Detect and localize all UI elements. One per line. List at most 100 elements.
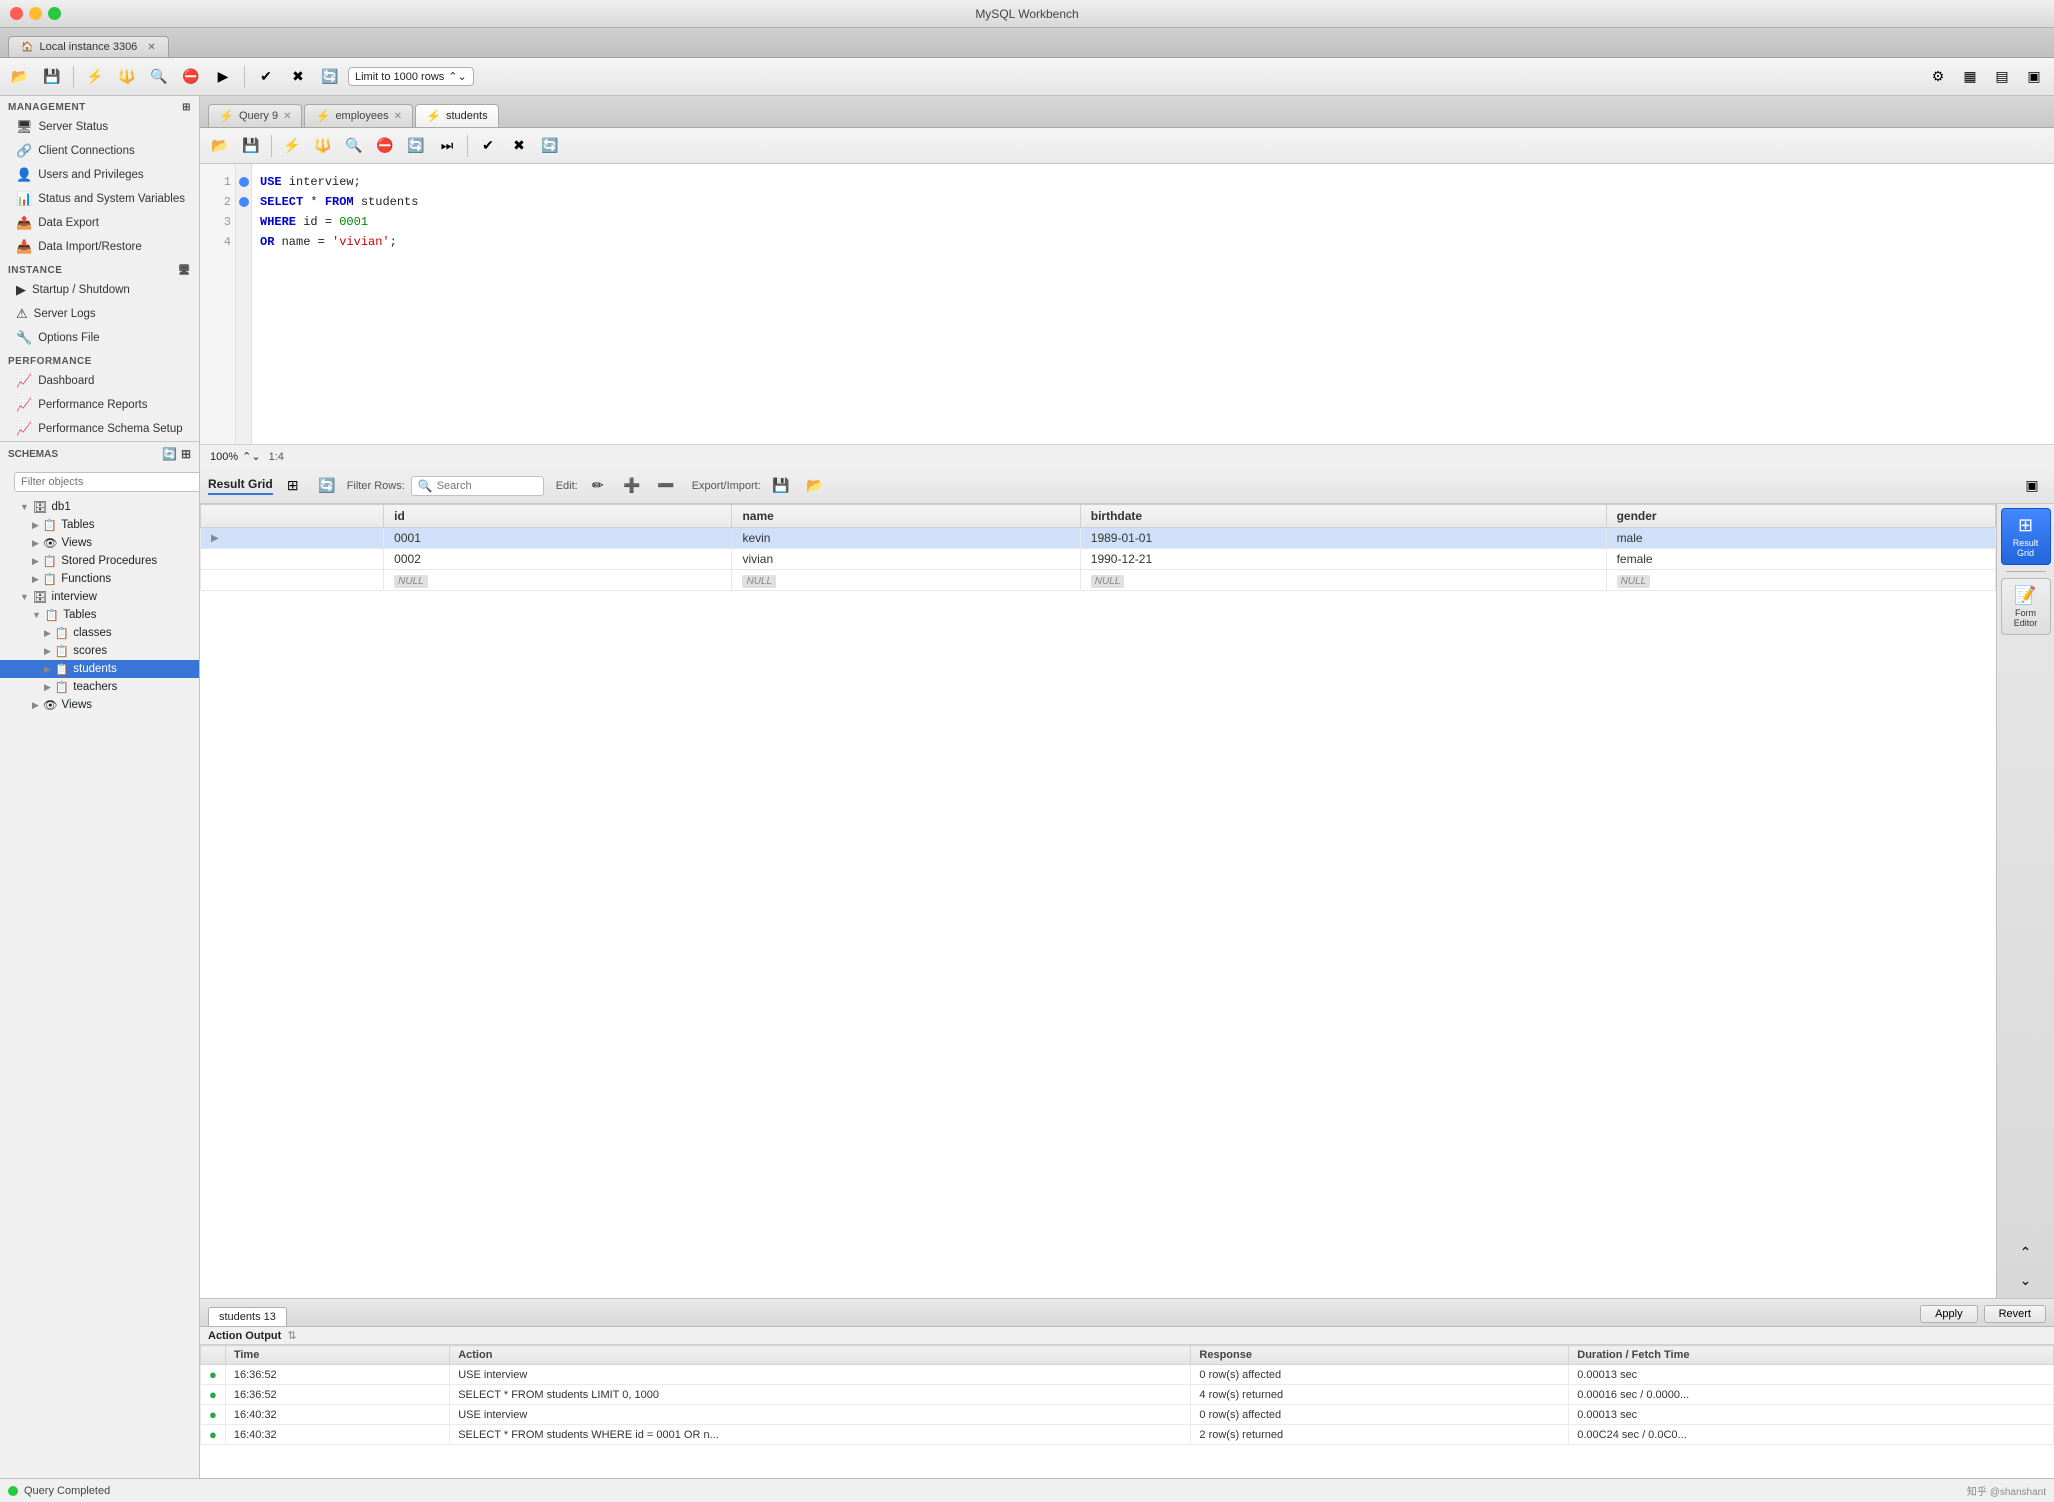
filter-objects-input[interactable] — [14, 472, 200, 492]
import-btn[interactable]: 📂 — [801, 472, 829, 500]
sidebar-item-options-file[interactable]: 🔧 Options File — [0, 326, 199, 350]
result-toggle-btn[interactable]: ▣ — [2018, 472, 2046, 500]
view-button-1[interactable]: ▦ — [1956, 63, 1984, 91]
tree-interview-tables[interactable]: ▼ 📋 Tables — [0, 606, 199, 624]
sidebar-item-data-export[interactable]: 📤 Data Export — [0, 211, 199, 235]
tab-students[interactable]: ⚡ students — [415, 104, 499, 127]
form-editor-panel-btn[interactable]: 📝 Form Editor — [2001, 578, 2051, 635]
tree-schema-interview[interactable]: ▼ 🗄 interview — [0, 588, 199, 606]
qe-skip-button[interactable]: ⏭ — [433, 132, 461, 160]
tree-table-teachers[interactable]: ▶ 📋 teachers — [0, 678, 199, 696]
table-row[interactable]: NULLNULLNULLNULL — [201, 570, 1996, 591]
tree-db1-tables[interactable]: ▶ 📋 Tables — [0, 516, 199, 534]
execute-button[interactable]: ⚡ — [81, 63, 109, 91]
action-col-time[interactable]: Time — [225, 1346, 449, 1365]
table-row[interactable]: 0002vivian1990-12-21female — [201, 549, 1996, 570]
bottom-tab-students[interactable]: students 13 — [208, 1307, 287, 1326]
cell-birthdate[interactable]: NULL — [1080, 570, 1606, 591]
close-button[interactable] — [10, 7, 23, 20]
tree-table-classes[interactable]: ▶ 📋 classes — [0, 624, 199, 642]
app-tab-local-instance[interactable]: 🏠 Local instance 3306 ✕ — [8, 36, 169, 57]
sidebar-item-status-vars[interactable]: 📊 Status and System Variables — [0, 187, 199, 211]
cell-name[interactable]: NULL — [732, 570, 1080, 591]
management-expand-icon[interactable]: ⊞ — [182, 102, 191, 113]
tree-db1-functions[interactable]: ▶ 📋 Functions — [0, 570, 199, 588]
edit-add-btn[interactable]: ➕ — [618, 472, 646, 500]
col-header-gender[interactable]: gender — [1606, 505, 1995, 528]
sidebar-item-performance-schema[interactable]: 📈 Performance Schema Setup — [0, 417, 199, 441]
employees-close-icon[interactable]: ✕ — [394, 111, 402, 122]
cell-name[interactable]: vivian — [732, 549, 1080, 570]
cell-birthdate[interactable]: 1990-12-21 — [1080, 549, 1606, 570]
view-button-2[interactable]: ▤ — [1988, 63, 2016, 91]
sidebar-item-server-status[interactable]: 🖥 Server Status — [0, 115, 199, 139]
cell-birthdate[interactable]: 1989-01-01 — [1080, 528, 1606, 549]
limit-selector[interactable]: Limit to 1000 rows ⌃⌄ — [348, 67, 474, 86]
minimize-button[interactable] — [29, 7, 42, 20]
view-button-3[interactable]: ▣ — [2020, 63, 2048, 91]
sidebar-item-server-logs[interactable]: ⚠ Server Logs — [0, 302, 199, 326]
commit-button[interactable]: ✔ — [252, 63, 280, 91]
revert-button[interactable]: Revert — [1984, 1305, 2046, 1323]
save-button[interactable]: 💾 — [38, 63, 66, 91]
cell-id[interactable]: 0002 — [384, 549, 732, 570]
apply-button[interactable]: Apply — [1920, 1305, 1978, 1323]
qe-auto-btn[interactable]: 🔄 — [536, 132, 564, 160]
sidebar-item-startup-shutdown[interactable]: ▶ Startup / Shutdown — [0, 278, 199, 302]
execute-current-button[interactable]: 🔱 — [113, 63, 141, 91]
cell-gender[interactable]: NULL — [1606, 570, 1995, 591]
qe-execute-button[interactable]: ⚡ — [278, 132, 306, 160]
panel-down-btn[interactable]: ⌄ — [2012, 1266, 2040, 1294]
qe-save-button[interactable]: 💾 — [237, 132, 265, 160]
edit-pencil-btn[interactable]: ✏ — [584, 472, 612, 500]
qe-open-button[interactable]: 📂 — [206, 132, 234, 160]
tree-table-students[interactable]: ▶ 📋 students — [0, 660, 199, 678]
zoom-stepper-icon[interactable]: ⌃⌄ — [242, 450, 260, 463]
run-button[interactable]: ▶ — [209, 63, 237, 91]
col-header-name[interactable]: name — [732, 505, 1080, 528]
tab-close-icon[interactable]: ✕ — [147, 42, 155, 53]
tree-table-scores[interactable]: ▶ 📋 scores — [0, 642, 199, 660]
cell-name[interactable]: kevin — [732, 528, 1080, 549]
col-header-birthdate[interactable]: birthdate — [1080, 505, 1606, 528]
filter-search-input[interactable] — [437, 480, 537, 492]
action-col-response[interactable]: Response — [1191, 1346, 1569, 1365]
sidebar-item-performance-reports[interactable]: 📈 Performance Reports — [0, 393, 199, 417]
query9-close-icon[interactable]: ✕ — [283, 111, 291, 122]
sidebar-item-dashboard[interactable]: 📈 Dashboard — [0, 369, 199, 393]
filter-search-box[interactable]: 🔍 — [411, 476, 544, 496]
settings-button[interactable]: ⚙ — [1924, 63, 1952, 91]
open-folder-button[interactable]: 📂 — [6, 63, 34, 91]
tree-schema-db1[interactable]: ▼ 🗄 db1 — [0, 498, 199, 516]
panel-up-btn[interactable]: ⌃ — [2012, 1238, 2040, 1266]
auto-commit-button[interactable]: 🔄 — [316, 63, 344, 91]
tree-db1-views[interactable]: ▶ 👁 Views — [0, 534, 199, 552]
cell-id[interactable]: 0001 — [384, 528, 732, 549]
table-row[interactable]: ▶0001kevin1989-01-01male — [201, 528, 1996, 549]
col-header-id[interactable]: id — [384, 505, 732, 528]
tab-employees[interactable]: ⚡ employees ✕ — [304, 104, 413, 127]
stop-button[interactable]: ⛔ — [177, 63, 205, 91]
sidebar-item-users-privileges[interactable]: 👤 Users and Privileges — [0, 163, 199, 187]
cell-id[interactable]: NULL — [384, 570, 732, 591]
qe-refresh-button[interactable]: 🔄 — [402, 132, 430, 160]
sidebar-item-data-import[interactable]: 📥 Data Import/Restore — [0, 235, 199, 259]
maximize-button[interactable] — [48, 7, 61, 20]
result-grid-tab[interactable]: Result Grid — [208, 477, 273, 495]
schemas-refresh-icon[interactable]: 🔄 — [162, 447, 177, 461]
action-output-sort-icon[interactable]: ⇅ — [287, 1329, 296, 1342]
cell-gender[interactable]: male — [1606, 528, 1995, 549]
tab-query9[interactable]: ⚡ Query 9 ✕ — [208, 104, 302, 127]
tree-interview-views[interactable]: ▶ 👁 Views — [0, 696, 199, 714]
sql-code-editor[interactable]: USE interview; SELECT * FROM students WH… — [252, 164, 2054, 444]
zoom-control[interactable]: 100% ⌃⌄ — [210, 450, 261, 463]
cell-gender[interactable]: female — [1606, 549, 1995, 570]
action-col-action[interactable]: Action — [450, 1346, 1191, 1365]
rollback-button[interactable]: ✖ — [284, 63, 312, 91]
export-btn[interactable]: 💾 — [767, 472, 795, 500]
result-grid-icon-btn[interactable]: ⊞ — [279, 472, 307, 500]
explain-button[interactable]: 🔍 — [145, 63, 173, 91]
qe-stop-button[interactable]: ⛔ — [371, 132, 399, 160]
result-grid-panel-btn[interactable]: ⊞ Result Grid — [2001, 508, 2051, 565]
qe-explain-button[interactable]: 🔍 — [340, 132, 368, 160]
